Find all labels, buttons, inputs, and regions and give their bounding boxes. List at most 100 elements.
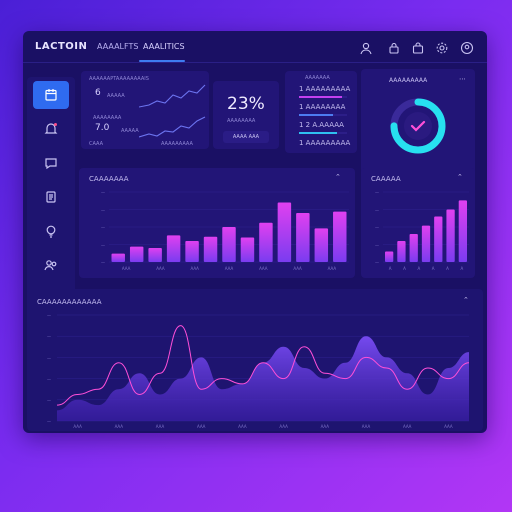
x-tick-label: AAA <box>444 424 453 429</box>
profile-icon[interactable] <box>460 40 474 55</box>
ledger-bar-1-fill <box>299 96 343 98</box>
donut-title: AAAAAAAAA <box>389 77 428 84</box>
y-tick-label: — <box>47 419 51 424</box>
ledger-row-3: 1 2 A.AAAAA <box>299 121 344 129</box>
donut-chart <box>390 98 446 154</box>
x-tick-label: A <box>417 266 420 271</box>
ledger-card: AAAAAAA 1 AAAAAAAAA 1 AAAAAAAA 1 2 A.AAA… <box>285 71 357 153</box>
area-chart-card: CAAAAAAAAAAAA ⌃ — — — — — — AAA AAA AAA AAA AAA AAA… <box>27 289 483 431</box>
x-tick-label: AAA <box>259 266 268 271</box>
stats-value-2: 7.0 <box>95 123 110 133</box>
x-tick-label: AAA <box>73 424 82 429</box>
bar[interactable] <box>458 200 467 262</box>
ledger-row-4: 1 AAAAAAAAA <box>299 139 351 147</box>
bar[interactable] <box>148 248 162 262</box>
chart-2-menu-icon[interactable]: ⌃ <box>457 173 463 181</box>
tab-alerts[interactable]: AAAALFTS <box>97 42 138 51</box>
stats-value-1: 6 <box>95 88 101 98</box>
ledger-row-1: 1 AAAAAAAAA <box>299 85 351 93</box>
sidebar-item-messages[interactable] <box>33 149 69 177</box>
bar[interactable] <box>111 253 125 262</box>
sidebar-item-team[interactable] <box>33 251 69 279</box>
y-tick-label: — <box>375 225 379 230</box>
donut-center <box>404 112 432 140</box>
kpi-caption: AAAAAAAA <box>227 118 256 124</box>
lock-icon[interactable] <box>387 40 401 54</box>
bar[interactable] <box>222 227 236 262</box>
x-tick-label: A <box>389 266 392 271</box>
y-tick-label: — <box>47 398 51 403</box>
bar[interactable] <box>434 216 443 263</box>
bar-chart-title: CAAAAAAA <box>89 175 129 183</box>
x-tick-label: AAA <box>156 424 165 429</box>
kpi-card: 23% AAAAAAAA AAAA AAA <box>213 81 279 149</box>
chart-menu-icon[interactable]: ⌃ <box>335 173 341 181</box>
settings-icon[interactable] <box>435 40 449 54</box>
y-tick-label: — <box>47 334 51 339</box>
bar[interactable] <box>333 211 347 262</box>
bar[interactable] <box>203 236 218 262</box>
document-icon <box>46 191 56 203</box>
x-tick-label: A <box>403 266 406 271</box>
more-icon[interactable]: ⋯ <box>459 75 466 83</box>
bar[interactable] <box>409 234 418 262</box>
bar[interactable] <box>259 222 273 262</box>
kpi-button[interactable]: AAAA AAA <box>223 131 269 143</box>
bar-chart-1: — — — — — AAA AAA AAA AAA AAA AAA AAA <box>101 190 349 271</box>
sidebar-item-insights[interactable] <box>33 217 69 245</box>
ledger-title: AAAAAAA <box>305 75 330 81</box>
sparkline-2 <box>139 116 206 138</box>
bar[interactable] <box>277 202 292 263</box>
tab-analytics[interactable]: AAALITICS <box>143 42 185 51</box>
sidebar-item-dashboard[interactable] <box>33 81 69 109</box>
bar[interactable] <box>185 241 199 262</box>
x-tick-label: AAA <box>197 424 206 429</box>
bar-chart-card: CAAAAAAA ⌃ — — — — — AAA AAA AAA AAA AAA AAA AAA <box>79 168 355 278</box>
y-tick-label: — <box>375 190 379 195</box>
bulb-icon <box>46 225 56 238</box>
stats-title: AAAAAAPTAAAAAAAAIS <box>89 76 149 82</box>
x-tick-label: AAA <box>238 424 247 429</box>
y-tick-label: — <box>47 313 51 318</box>
top-bar: LACTOIN AAAALFTS AAALITICS <box>23 31 487 63</box>
sparkline-1 <box>139 84 206 108</box>
stats-label-2: AAAAAAAA <box>93 115 122 121</box>
active-tab-indicator <box>139 60 185 62</box>
bag-icon[interactable] <box>411 40 425 54</box>
bar-chart-2-title: CAAAAA <box>371 175 401 183</box>
x-tick-label: AAA <box>403 424 412 429</box>
bar[interactable] <box>397 241 406 262</box>
bar[interactable] <box>296 213 310 262</box>
y-tick-label: — <box>101 208 105 213</box>
y-tick-label: — <box>375 208 379 213</box>
ledger-bar-2-fill <box>299 114 333 116</box>
ledger-bar-3-fill <box>299 132 338 134</box>
bar[interactable] <box>166 235 181 262</box>
stats-footer-left: CAAA <box>89 141 104 147</box>
y-tick-label: — <box>101 190 105 195</box>
dashboard-window: LACTOIN AAAALFTS AAALITICS AAAAAAPTAAAAA… <box>23 31 487 433</box>
stats-caption-2: AAAAA <box>121 128 139 134</box>
x-tick-label: A <box>432 266 435 271</box>
sidebar <box>27 77 75 312</box>
bar[interactable] <box>385 251 394 263</box>
kpi-value: 23% <box>227 94 265 114</box>
bar[interactable] <box>314 228 329 262</box>
bar-chart-2-card: CAAAAA ⌃ — — — — — A A A A A A <box>361 168 475 278</box>
sidebar-item-notifications[interactable] <box>33 115 69 143</box>
bar[interactable] <box>129 246 144 262</box>
users-icon <box>44 260 57 271</box>
stats-card: AAAAAAPTAAAAAAAAIS 6 AAAAA AAAAAAAA 7.0 … <box>81 71 209 149</box>
ledger-bar-2-track <box>299 114 347 116</box>
area-chart-title: CAAAAAAAAAAAA <box>37 298 102 306</box>
bar[interactable] <box>421 225 431 262</box>
area-chart: — — — — — — AAA AAA AAA AAA AAA AAA AAA AAA AAA AAA <box>47 313 470 429</box>
x-tick-label: AAA <box>190 266 199 271</box>
bar[interactable] <box>240 237 255 263</box>
user-icon[interactable] <box>359 40 373 55</box>
chat-icon <box>45 158 57 170</box>
area-chart-menu-icon[interactable]: ⌃ <box>463 296 469 304</box>
y-tick-label: — <box>101 243 105 248</box>
sidebar-item-reports[interactable] <box>33 183 69 211</box>
bar[interactable] <box>446 209 455 263</box>
